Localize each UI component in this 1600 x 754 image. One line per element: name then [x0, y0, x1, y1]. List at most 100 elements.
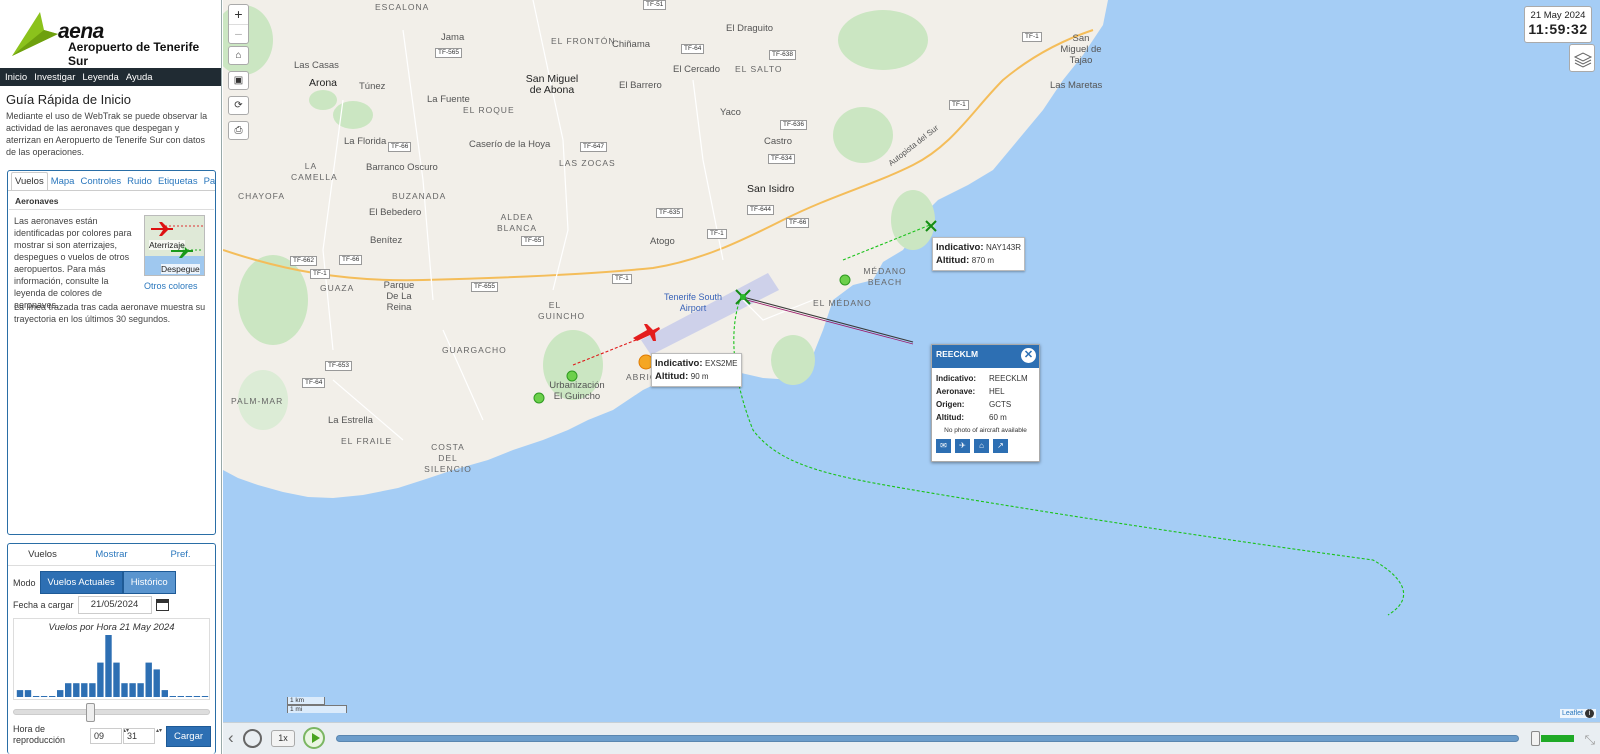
sidebar: aena Aeropuerto de Tenerife Sur Inicio I…: [0, 0, 222, 754]
comment-icon[interactable]: ✉: [936, 439, 951, 453]
tab-controles[interactable]: Controles: [77, 173, 124, 190]
popup-value: REECKLM: [989, 374, 1028, 383]
aircraft-colors-image: Aterrizaje Despegue: [144, 215, 205, 276]
histogram-bar[interactable]: [129, 683, 136, 697]
histogram-bar[interactable]: [153, 669, 160, 697]
map-attribution[interactable]: Leaflet i: [1559, 709, 1596, 718]
place-el-fraile: EL FRAILE: [341, 436, 393, 446]
histogram-bar[interactable]: [161, 690, 168, 697]
place-escalona: ESCALONA: [375, 2, 430, 12]
road-shield: TF-655: [471, 282, 498, 292]
clock-date: 21 May 2024: [1530, 10, 1586, 21]
timeline-knob[interactable]: [1531, 731, 1540, 746]
histogram-bar[interactable]: [105, 635, 112, 697]
place-san-miguel-de-tajao: San Miguel de Tajao: [1060, 33, 1102, 66]
flight-label-nay143r[interactable]: Indicativo: NAY143R Altitud: 870 m: [932, 237, 1026, 271]
tab-mapa[interactable]: Mapa: [48, 173, 78, 190]
menu-inicio[interactable]: Inicio: [5, 72, 27, 83]
play-icon[interactable]: [303, 727, 325, 749]
chart-icon[interactable]: ↗: [993, 439, 1008, 453]
other-colors-link[interactable]: Otros colores: [144, 281, 198, 291]
hour-slider[interactable]: [13, 703, 210, 722]
popup-value: GCTS: [989, 400, 1012, 409]
flight-map[interactable]: ESCALONA Jama EL FRONTÓN Chiñama El Drag…: [223, 0, 1600, 754]
road-shield: TF-638: [769, 50, 796, 60]
menu-investigar[interactable]: Investigar: [34, 72, 75, 83]
histogram-bar[interactable]: [89, 683, 96, 697]
histogram-bar-zero: [201, 696, 209, 697]
load-button[interactable]: Cargar: [166, 726, 212, 747]
histogram-bar[interactable]: [145, 662, 152, 697]
menu-leyenda[interactable]: Leyenda: [82, 72, 118, 83]
date-input[interactable]: 21/05/2024: [77, 596, 152, 614]
save-icon[interactable]: ▣: [228, 71, 249, 90]
speed-button[interactable]: 1x: [271, 730, 295, 747]
gear-icon[interactable]: [243, 729, 262, 748]
main-menu: Inicio Investigar Leyenda Ayuda: [0, 68, 221, 86]
label-altitude-value: 870 m: [971, 256, 994, 265]
mode-current-button[interactable]: Vuelos Actuales: [39, 571, 123, 594]
collapse-arrow-icon[interactable]: ‹: [228, 728, 234, 748]
tab-show[interactable]: Mostrar: [77, 544, 146, 565]
hour-slider-knob[interactable]: [86, 703, 95, 722]
clock: 21 May 2024 11:59:32: [1524, 6, 1592, 43]
tab-ruido[interactable]: Ruido: [124, 173, 155, 190]
histogram-bar[interactable]: [24, 690, 32, 697]
histogram-bar[interactable]: [121, 683, 128, 697]
minute-input[interactable]: 31: [123, 728, 161, 744]
home-icon[interactable]: ⌂: [228, 46, 249, 65]
histogram-title: Vuelos por Hora 21 May 2024: [48, 622, 175, 633]
tab-paneles[interactable]: Paneles: [201, 173, 215, 190]
resize-icon[interactable]: ⤡: [1585, 732, 1595, 748]
histogram-bar-zero: [193, 696, 201, 697]
histogram-bar-zero: [185, 696, 193, 697]
tab-prefs[interactable]: Pref.: [146, 544, 215, 565]
place-jama: Jama: [441, 32, 465, 43]
place-el-fronton: EL FRONTÓN: [551, 36, 616, 46]
place-la-florida: La Florida: [344, 136, 387, 147]
no-photo-text: No photo of aircraft available: [944, 427, 1027, 434]
histogram-bar[interactable]: [57, 690, 64, 697]
airplane-icon[interactable]: ✈: [955, 439, 970, 453]
histogram-bar-zero: [40, 696, 48, 697]
zoom-in-button[interactable]: +: [229, 5, 248, 24]
place-aldea-blanca: ALDEA BLANCA: [496, 212, 537, 233]
attribution-link[interactable]: Leaflet: [1562, 710, 1583, 717]
house-icon[interactable]: ⌂: [974, 439, 989, 453]
close-icon[interactable]: ✕: [1021, 348, 1036, 363]
tab-flights[interactable]: Vuelos: [8, 544, 77, 565]
road-shield: TF-647: [580, 142, 607, 152]
popup-key: Indicativo:: [936, 374, 977, 383]
road-shield: TF-565: [435, 48, 462, 58]
airport-name: Aeropuerto de Tenerife Sur: [68, 40, 200, 68]
histogram-bar[interactable]: [65, 683, 72, 697]
label-callsign-value: NAY143R: [986, 243, 1022, 252]
road-shield: TF-1: [310, 269, 330, 279]
refresh-icon[interactable]: ⟳: [228, 96, 249, 115]
histogram-bar[interactable]: [81, 683, 88, 697]
guide-title: Guía Rápida de Inicio: [6, 92, 132, 107]
hour-input[interactable]: 09: [90, 728, 128, 744]
menu-ayuda[interactable]: Ayuda: [126, 72, 153, 83]
print-icon[interactable]: ⎙: [228, 121, 249, 140]
tab-etiquetas[interactable]: Etiquetas: [155, 173, 201, 190]
histogram-bars[interactable]: [16, 633, 209, 699]
scale-km: 1 km: [287, 697, 325, 705]
mode-history-button[interactable]: Histórico: [122, 571, 176, 594]
place-atogo: Atogo: [650, 236, 675, 247]
histogram-bar-zero: [169, 696, 176, 697]
layers-icon[interactable]: [1569, 44, 1595, 72]
histogram-bar[interactable]: [137, 683, 144, 697]
timeline-track[interactable]: [336, 735, 1519, 742]
place-castro: Castro: [764, 136, 792, 147]
histogram-bar[interactable]: [73, 683, 80, 697]
flight-label-exs2me[interactable]: Indicativo: EXS2ME Altitud: 90 m: [651, 353, 742, 387]
histogram-bar[interactable]: [113, 662, 120, 697]
place-palm-mar: PALM-MAR: [231, 396, 284, 406]
histogram-bar[interactable]: [16, 690, 24, 697]
info-icon[interactable]: i: [1585, 709, 1594, 718]
zoom-out-button[interactable]: −: [229, 24, 248, 43]
calendar-icon[interactable]: [155, 599, 169, 611]
histogram-bar[interactable]: [97, 662, 104, 697]
tab-vuelos[interactable]: Vuelos: [11, 172, 48, 190]
